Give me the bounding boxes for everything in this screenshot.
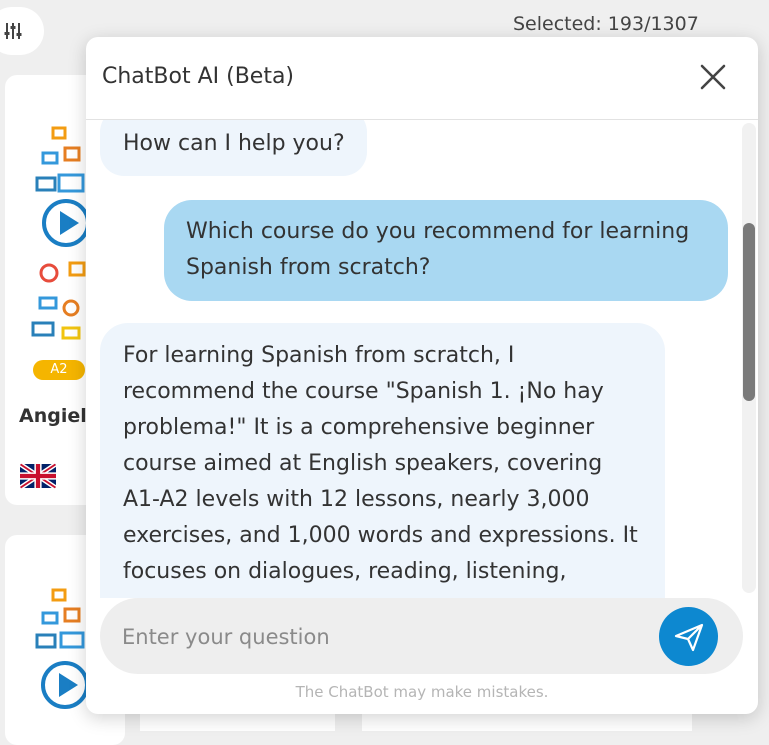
disclaimer: The ChatBot may make mistakes. [295,683,549,701]
chatbot-window: ChatBot AI (Beta) How can I help you? Wh… [86,37,758,714]
message-list[interactable]: How can I help you? Which course do you … [86,120,758,598]
filter-sliders-icon [4,23,22,39]
uk-flag-icon [20,463,56,489]
close-icon[interactable] [699,63,727,91]
question-input-bar [100,598,743,674]
filter-button[interactable] [0,7,44,55]
selected-count: Selected: 193/1307 [513,13,699,35]
question-input[interactable] [120,616,644,658]
level-badge: A2 [33,360,85,380]
send-icon [674,623,703,651]
scrollbar[interactable] [742,123,756,593]
scrollbar-thumb[interactable] [743,223,755,401]
user-message: Which course do you recommend for learni… [164,200,728,301]
bot-message: For learning Spanish from scratch, I rec… [100,323,665,598]
chat-header: ChatBot AI (Beta) [86,37,758,120]
send-button[interactable] [659,607,718,666]
course-card-strip [362,712,692,731]
chat-title: ChatBot AI (Beta) [102,64,295,89]
bot-message: How can I help you? [100,120,367,176]
course-card-strip [140,712,335,731]
course-title: Angiel [19,405,87,427]
